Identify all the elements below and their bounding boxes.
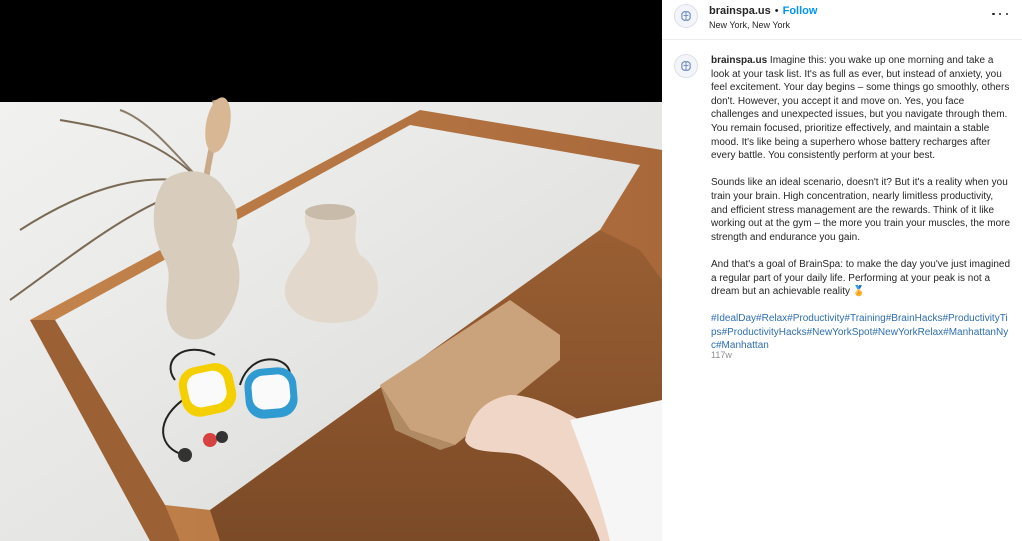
more-dot [1005, 12, 1008, 16]
hashtag-link[interactable]: #BrainHacks [886, 313, 943, 324]
post-image [0, 0, 662, 541]
caption-paragraph-3: And that's a goal of BrainSpa: to make t… [711, 258, 1010, 298]
hashtag-link[interactable]: #Training [844, 313, 885, 324]
post-sidebar: brainspa.us • Follow New York, New York br… [662, 0, 1022, 541]
username-link[interactable]: brainspa.us [709, 5, 771, 17]
hashtag-link[interactable]: #Productivity [787, 313, 844, 324]
post-header: brainspa.us • Follow New York, New York [662, 0, 1022, 40]
post-media[interactable] [0, 0, 662, 541]
more-options-icon[interactable] [992, 8, 1008, 20]
more-dot [992, 12, 995, 16]
brain-logo-icon [681, 11, 691, 21]
avatar[interactable] [674, 4, 698, 28]
hashtag-link[interactable]: #ProductivityHacks [722, 327, 807, 338]
user-line: brainspa.us • Follow [709, 4, 817, 18]
hashtag-link[interactable]: #NewYorkSpot [807, 327, 873, 338]
caption-paragraph-1-text: Imagine this: you wake up one morning an… [711, 55, 1010, 162]
more-dot [998, 12, 1002, 16]
caption-paragraph-1: brainspa.us Imagine this: you wake up on… [711, 54, 1011, 163]
location-link[interactable]: New York, New York [709, 19, 790, 31]
caption-paragraph-2: Sounds like an ideal scenario, doesn't i… [711, 177, 1011, 243]
brain-logo-icon [681, 61, 691, 71]
caption-avatar[interactable] [674, 54, 698, 78]
follow-button[interactable]: Follow [783, 5, 818, 17]
vase-opening [305, 204, 355, 220]
caption-text: brainspa.us Imagine this: you wake up on… [711, 54, 1011, 353]
hashtag-link[interactable]: #Relax [756, 313, 787, 324]
hashtag-link[interactable]: #NewYorkRelax [872, 327, 943, 338]
black-letterbox [0, 0, 662, 102]
caption-username-link[interactable]: brainspa.us [711, 55, 767, 66]
hashtag-list: #IdealDay#Relax#Productivity#Training#Br… [711, 312, 1011, 353]
separator-dot: • [774, 5, 779, 17]
hashtag-link[interactable]: #IdealDay [711, 313, 756, 324]
post-timestamp[interactable]: 117w [711, 350, 732, 360]
